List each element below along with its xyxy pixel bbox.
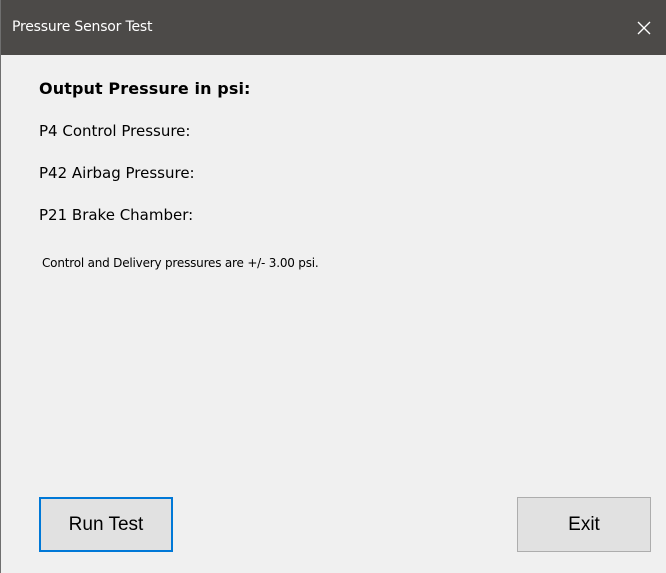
p4-control-pressure-label: P4 Control Pressure: xyxy=(39,122,191,140)
title-bar[interactable]: Pressure Sensor Test xyxy=(1,0,666,55)
run-test-button[interactable]: Run Test xyxy=(39,497,173,552)
close-button[interactable] xyxy=(622,0,666,55)
window-title: Pressure Sensor Test xyxy=(12,19,153,35)
dialog-content: Output Pressure in psi: P4 Control Press… xyxy=(1,55,666,573)
tolerance-note: Control and Delivery pressures are +/- 3… xyxy=(42,256,319,270)
exit-button[interactable]: Exit xyxy=(517,497,651,552)
output-pressure-heading: Output Pressure in psi: xyxy=(39,79,251,98)
close-icon xyxy=(636,20,652,36)
p21-brake-chamber-label: P21 Brake Chamber: xyxy=(39,206,194,224)
dialog-window: Pressure Sensor Test Output Pressure in … xyxy=(0,0,666,573)
p42-airbag-pressure-label: P42 Airbag Pressure: xyxy=(39,164,195,182)
